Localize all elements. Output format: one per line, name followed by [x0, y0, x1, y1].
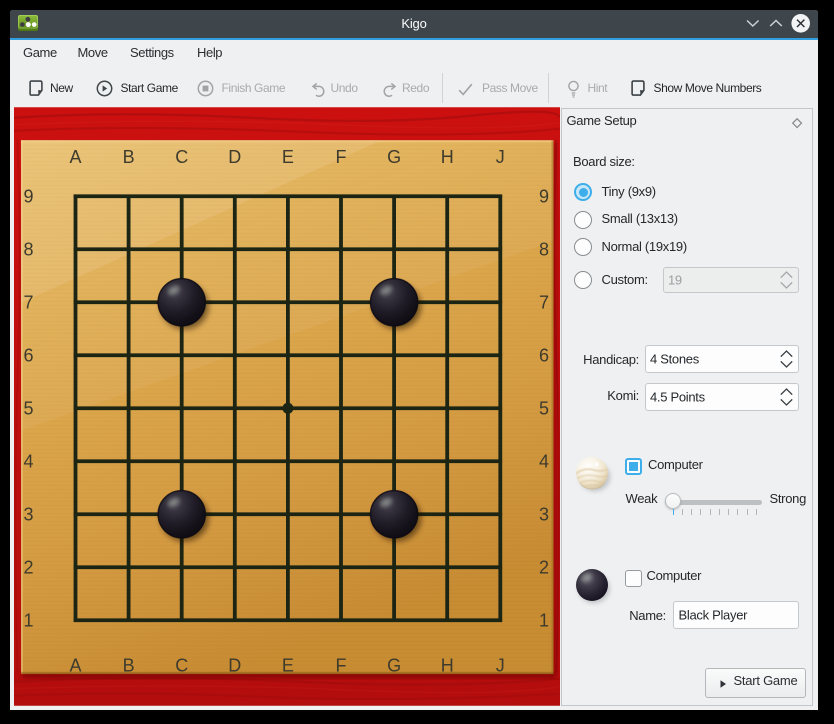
svg-text:J: J: [495, 146, 504, 166]
svg-text:1: 1: [23, 610, 33, 630]
svg-text:4: 4: [538, 451, 548, 471]
svg-text:4: 4: [23, 451, 33, 471]
svg-text:7: 7: [538, 292, 548, 312]
svg-text:5: 5: [538, 398, 548, 418]
svg-text:A: A: [69, 146, 81, 166]
svg-text:9: 9: [23, 186, 33, 206]
svg-text:6: 6: [538, 345, 548, 365]
svg-text:J: J: [495, 655, 504, 675]
svg-text:9: 9: [538, 186, 548, 206]
svg-text:G: G: [387, 655, 401, 675]
svg-text:F: F: [335, 655, 346, 675]
svg-text:G: G: [387, 146, 401, 166]
svg-text:8: 8: [23, 239, 33, 259]
svg-text:D: D: [228, 655, 241, 675]
svg-text:H: H: [440, 655, 453, 675]
svg-text:C: C: [175, 655, 188, 675]
svg-text:F: F: [335, 146, 346, 166]
svg-text:1: 1: [538, 610, 548, 630]
svg-text:3: 3: [23, 504, 33, 524]
svg-text:2: 2: [538, 557, 548, 577]
svg-text:B: B: [122, 146, 134, 166]
svg-text:6: 6: [23, 345, 33, 365]
svg-text:E: E: [281, 146, 293, 166]
svg-text:3: 3: [538, 504, 548, 524]
svg-text:D: D: [228, 146, 241, 166]
svg-text:H: H: [440, 146, 453, 166]
svg-text:2: 2: [23, 557, 33, 577]
svg-text:C: C: [175, 146, 188, 166]
svg-text:A: A: [69, 655, 81, 675]
svg-text:7: 7: [23, 292, 33, 312]
svg-text:8: 8: [538, 239, 548, 259]
svg-text:E: E: [281, 655, 293, 675]
svg-text:B: B: [122, 655, 134, 675]
svg-text:5: 5: [23, 398, 33, 418]
